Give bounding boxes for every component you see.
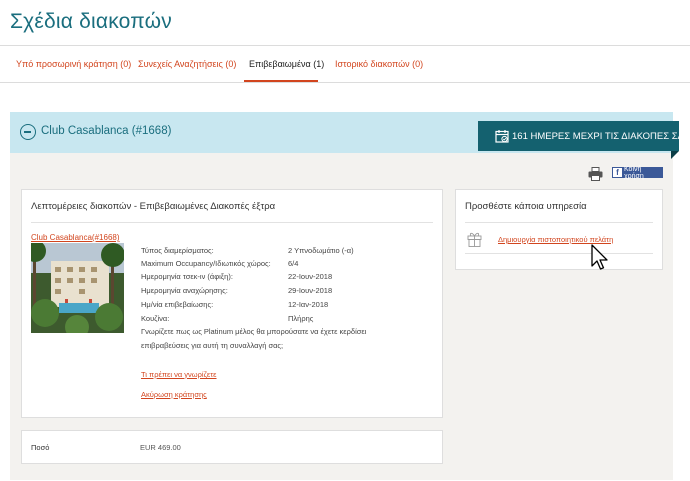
countdown-banner: 161 ΗΜΕΡΕΣ ΜΕΧΡΙ ΤΙΣ ΔΙΑΚΟΠΕΣ ΣΑΣ xyxy=(478,121,690,159)
what-to-know-link[interactable]: Τι πρέπει να γνωρίζετε xyxy=(141,370,217,379)
create-guest-certificate-link[interactable]: Δημιουργία πιστοποιητικού πελάτη xyxy=(498,235,613,244)
details-divider xyxy=(31,222,433,223)
details-heading: Λεπτομέρειες διακοπών - Επιβεβαιωμένες Δ… xyxy=(31,201,276,212)
info-value-check-in: 22-Ιουν-2018 xyxy=(288,272,333,281)
info-value-check-out: 29-Ιουν-2018 xyxy=(288,286,333,295)
tab-pending[interactable]: Υπό προσωρινή κράτηση (0) xyxy=(16,59,131,69)
platinum-note-line-2: επιβραβεύσεις για αυτή τη συναλλαγή σας; xyxy=(141,341,284,350)
hotel-link[interactable]: Club Casablanca(#1668) xyxy=(31,233,120,242)
info-label-confirmation-date: Ημ/νία επιβεβαίωσης: xyxy=(141,300,214,309)
share-label: Κοινή χρήση xyxy=(623,165,644,180)
info-value-confirmation-date: 12-Ιαν-2018 xyxy=(288,300,329,309)
add-service-heading: Προσθέστε κάποια υπηρεσία xyxy=(465,201,587,212)
add-service-card: Προσθέστε κάποια υπηρεσία Δημιουργία πισ… xyxy=(455,189,663,270)
info-label-check-in: Ημερομηνία τσεκ-ιν (άφιξη): xyxy=(141,272,233,281)
facebook-share-button[interactable]: f Κοινή χρήση xyxy=(612,165,663,180)
info-label-kitchen: Κουζίνα: xyxy=(141,314,170,323)
tabs-divider xyxy=(0,82,690,83)
facebook-icon: f xyxy=(613,168,622,177)
service-divider-bottom xyxy=(465,253,653,254)
print-icon[interactable] xyxy=(588,167,603,181)
details-card: Λεπτομέρειες διακοπών - Επιβεβαιωμένες Δ… xyxy=(21,189,443,418)
hotel-photo[interactable] xyxy=(31,243,124,333)
info-value-occupancy: 6/4 xyxy=(288,259,299,268)
collapse-icon[interactable] xyxy=(20,124,36,140)
amount-value: EUR 469.00 xyxy=(140,443,181,452)
calendar-icon xyxy=(495,129,509,143)
tab-history[interactable]: Ιστορικό διακοπών (0) xyxy=(335,59,423,69)
info-label-apartment-type: Τύπος διαμερίσματος: xyxy=(141,246,214,255)
booking-title: Club Casablanca (#1668) xyxy=(41,125,172,137)
info-label-occupancy: Maximum Occupancy/Ιδιωτικός χώρος: xyxy=(141,259,271,268)
page-title: Σχέδια διακοπών xyxy=(10,10,172,33)
cancel-booking-link[interactable]: Ακύρωση κράτησης xyxy=(141,390,207,399)
tab-ongoing-searches[interactable]: Συνεχείς Αναζητήσεις (0) xyxy=(138,59,236,69)
amount-card: Ποσό EUR 469.00 xyxy=(21,430,443,464)
info-label-check-out: Ημερομηνία αναχώρησης: xyxy=(141,286,228,295)
tab-bar: Υπό προσωρινή κράτηση (0) Συνεχείς Αναζη… xyxy=(0,46,690,83)
info-value-apartment-type: 2 Υπνοδωμάτιο (-α) xyxy=(288,246,354,255)
gift-icon xyxy=(467,231,482,247)
service-divider xyxy=(465,222,653,223)
amount-label: Ποσό xyxy=(31,443,50,452)
countdown-text: 161 ΗΜΕΡΕΣ ΜΕΧΡΙ ΤΙΣ ΔΙΑΚΟΠΕΣ ΣΑΣ xyxy=(512,130,690,142)
info-value-kitchen: Πλήρης xyxy=(288,314,314,323)
tab-confirmed[interactable]: Επιβεβαιωμένα (1) xyxy=(249,59,324,69)
platinum-note-line-1: Γνωρίζετε πως ως Platinum μέλος θα μπορο… xyxy=(141,327,367,336)
